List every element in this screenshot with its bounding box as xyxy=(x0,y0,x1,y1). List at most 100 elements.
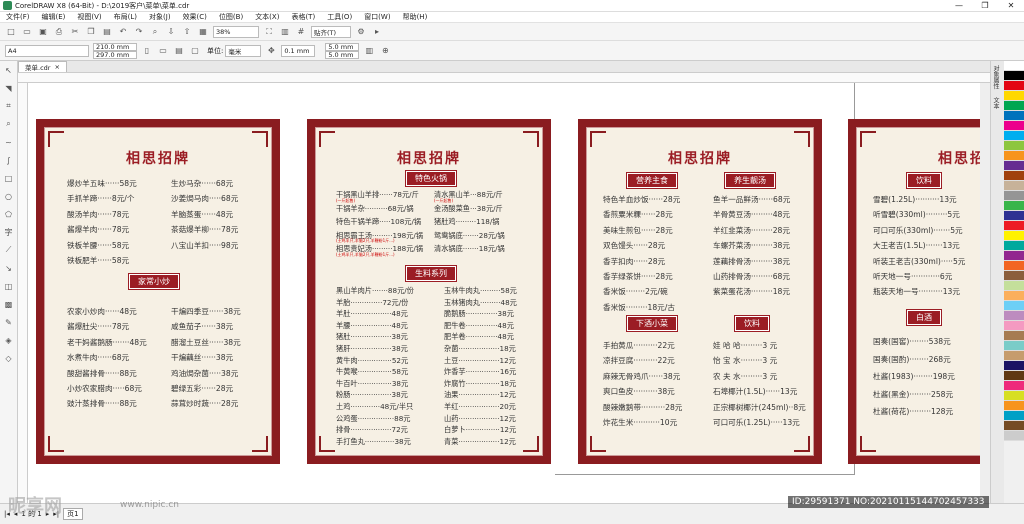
color-swatch[interactable] xyxy=(1004,61,1024,71)
color-swatch[interactable] xyxy=(1004,211,1024,221)
color-swatch[interactable] xyxy=(1004,311,1024,321)
vertical-ruler[interactable] xyxy=(18,83,28,503)
vertical-scrollbar[interactable] xyxy=(980,83,990,503)
page-size-select[interactable]: A4 xyxy=(5,44,89,57)
ellipse-tool-icon[interactable]: ○ xyxy=(3,190,15,202)
search-icon[interactable]: ⌕ xyxy=(149,26,161,38)
color-swatch[interactable] xyxy=(1004,181,1024,191)
full-screen-icon[interactable]: ⛶ xyxy=(263,26,275,38)
color-swatch[interactable] xyxy=(1004,351,1024,361)
connector-tool-icon[interactable]: ↘ xyxy=(3,262,15,274)
nudge-field[interactable]: 0.1 mm xyxy=(281,44,316,57)
color-swatch[interactable] xyxy=(1004,201,1024,211)
redo-icon[interactable]: ↷ xyxy=(133,26,145,38)
color-swatch[interactable] xyxy=(1004,341,1024,351)
color-swatch[interactable] xyxy=(1004,391,1024,401)
menu-table[interactable]: 表格(T) xyxy=(285,12,321,22)
copy-icon[interactable]: ❐ xyxy=(85,26,97,38)
dup-y-field[interactable]: 5.0 mm xyxy=(325,50,360,59)
minimize-button[interactable]: — xyxy=(946,1,972,10)
menu-object[interactable]: 对象(J) xyxy=(143,12,177,22)
page-layout-icon[interactable]: ▥ xyxy=(363,45,375,57)
landscape-icon[interactable]: ▭ xyxy=(157,45,169,57)
interactive-fill-icon[interactable]: ◈ xyxy=(3,334,15,346)
new-icon[interactable]: □ xyxy=(5,26,17,38)
paste-icon[interactable]: ▤ xyxy=(101,26,113,38)
cut-icon[interactable]: ✂ xyxy=(69,26,81,38)
menu-card-3[interactable]: 相思招牌 营养主食 养生靓汤 特色羊血炒饭······28元 香煎粟米粿····… xyxy=(578,119,822,464)
horizontal-ruler[interactable] xyxy=(18,73,993,83)
menu-layout[interactable]: 布局(L) xyxy=(108,12,143,22)
grid-icon[interactable]: # xyxy=(295,26,307,38)
portrait-icon[interactable]: ▯ xyxy=(141,45,153,57)
drawing-canvas[interactable]: 相思招牌 爆炒羊五味······58元 手抓羊蹄······8元/个 酸汤羊肉·… xyxy=(28,83,980,503)
color-swatch[interactable] xyxy=(1004,431,1024,441)
menu-window[interactable]: 窗口(W) xyxy=(358,12,396,22)
color-swatch[interactable] xyxy=(1004,271,1024,281)
color-swatch[interactable] xyxy=(1004,111,1024,121)
color-swatch[interactable] xyxy=(1004,401,1024,411)
units-select[interactable]: 毫米 xyxy=(225,44,262,57)
menu-file[interactable]: 文件(F) xyxy=(0,12,36,22)
rulers-icon[interactable]: ▥ xyxy=(279,26,291,38)
publish-pdf-icon[interactable]: ▦ xyxy=(197,26,209,38)
color-swatch[interactable] xyxy=(1004,421,1024,431)
print-icon[interactable]: ⎙ xyxy=(53,26,65,38)
shape-tool-icon[interactable]: ◥ xyxy=(3,82,15,94)
document-tab[interactable]: 菜单.cdr × xyxy=(18,61,67,72)
options-gear-icon[interactable]: ⚙ xyxy=(355,26,367,38)
page-height-field[interactable]: 297.0 mm xyxy=(93,50,137,59)
color-swatch[interactable] xyxy=(1004,191,1024,201)
page-tab[interactable]: 页1 xyxy=(63,508,83,520)
color-swatch[interactable] xyxy=(1004,371,1024,381)
menu-card-2[interactable]: 相思招牌 特色火锅 干锅黑山羊排······78元/斤 干锅羊杂········… xyxy=(307,119,551,464)
menu-tools[interactable]: 工具(O) xyxy=(321,12,358,22)
current-page-icon[interactable]: ▢ xyxy=(189,45,201,57)
menu-view[interactable]: 视图(V) xyxy=(71,12,107,22)
rectangle-tool-icon[interactable]: □ xyxy=(3,172,15,184)
color-swatch[interactable] xyxy=(1004,291,1024,301)
color-swatch[interactable] xyxy=(1004,81,1024,91)
menu-card-1[interactable]: 相思招牌 爆炒羊五味······58元 手抓羊蹄······8元/个 酸汤羊肉·… xyxy=(36,119,280,464)
open-icon[interactable]: ▭ xyxy=(21,26,33,38)
close-tab-icon[interactable]: × xyxy=(54,63,59,71)
color-swatch[interactable] xyxy=(1004,101,1024,111)
color-swatch[interactable] xyxy=(1004,161,1024,171)
color-swatch[interactable] xyxy=(1004,281,1024,291)
undo-icon[interactable]: ↶ xyxy=(117,26,129,38)
drop-shadow-icon[interactable]: ◫ xyxy=(3,280,15,292)
artistic-media-icon[interactable]: ∫ xyxy=(3,154,15,166)
menu-help[interactable]: 帮助(H) xyxy=(397,12,434,22)
color-swatch[interactable] xyxy=(1004,151,1024,161)
smart-fill-icon[interactable]: ◇ xyxy=(3,352,15,364)
import-icon[interactable]: ⇩ xyxy=(165,26,177,38)
color-swatch[interactable] xyxy=(1004,171,1024,181)
parallel-dimension-icon[interactable]: ⟋ xyxy=(3,244,15,256)
color-swatch[interactable] xyxy=(1004,301,1024,311)
menu-text[interactable]: 文本(X) xyxy=(249,12,285,22)
color-swatch[interactable] xyxy=(1004,121,1024,131)
page-width-field[interactable]: 210.0 mm xyxy=(93,42,137,51)
color-swatch[interactable] xyxy=(1004,331,1024,341)
color-swatch[interactable] xyxy=(1004,91,1024,101)
color-swatch[interactable] xyxy=(1004,251,1024,261)
zoom-select[interactable]: 38% xyxy=(213,25,259,38)
close-button[interactable]: ✕ xyxy=(998,1,1024,10)
color-swatch[interactable] xyxy=(1004,411,1024,421)
color-swatch[interactable] xyxy=(1004,141,1024,151)
add-icon[interactable]: ⊕ xyxy=(379,45,391,57)
color-swatch[interactable] xyxy=(1004,231,1024,241)
dup-x-field[interactable]: 5.0 mm xyxy=(325,42,360,51)
transparency-icon[interactable]: ▩ xyxy=(3,298,15,310)
eyedropper-icon[interactable]: ✎ xyxy=(3,316,15,328)
freehand-tool-icon[interactable]: ~ xyxy=(3,136,15,148)
all-pages-icon[interactable]: ▤ xyxy=(173,45,185,57)
save-icon[interactable]: ▣ xyxy=(37,26,49,38)
color-swatch[interactable] xyxy=(1004,241,1024,251)
text-tool-icon[interactable]: 字 xyxy=(3,226,15,238)
color-swatch[interactable] xyxy=(1004,361,1024,371)
color-swatch[interactable] xyxy=(1004,381,1024,391)
snap-to-dropdown[interactable]: 贴齐(T) xyxy=(311,25,351,38)
menu-bitmaps[interactable]: 位图(B) xyxy=(213,12,249,22)
launcher-icon[interactable]: ▸ xyxy=(371,26,383,38)
